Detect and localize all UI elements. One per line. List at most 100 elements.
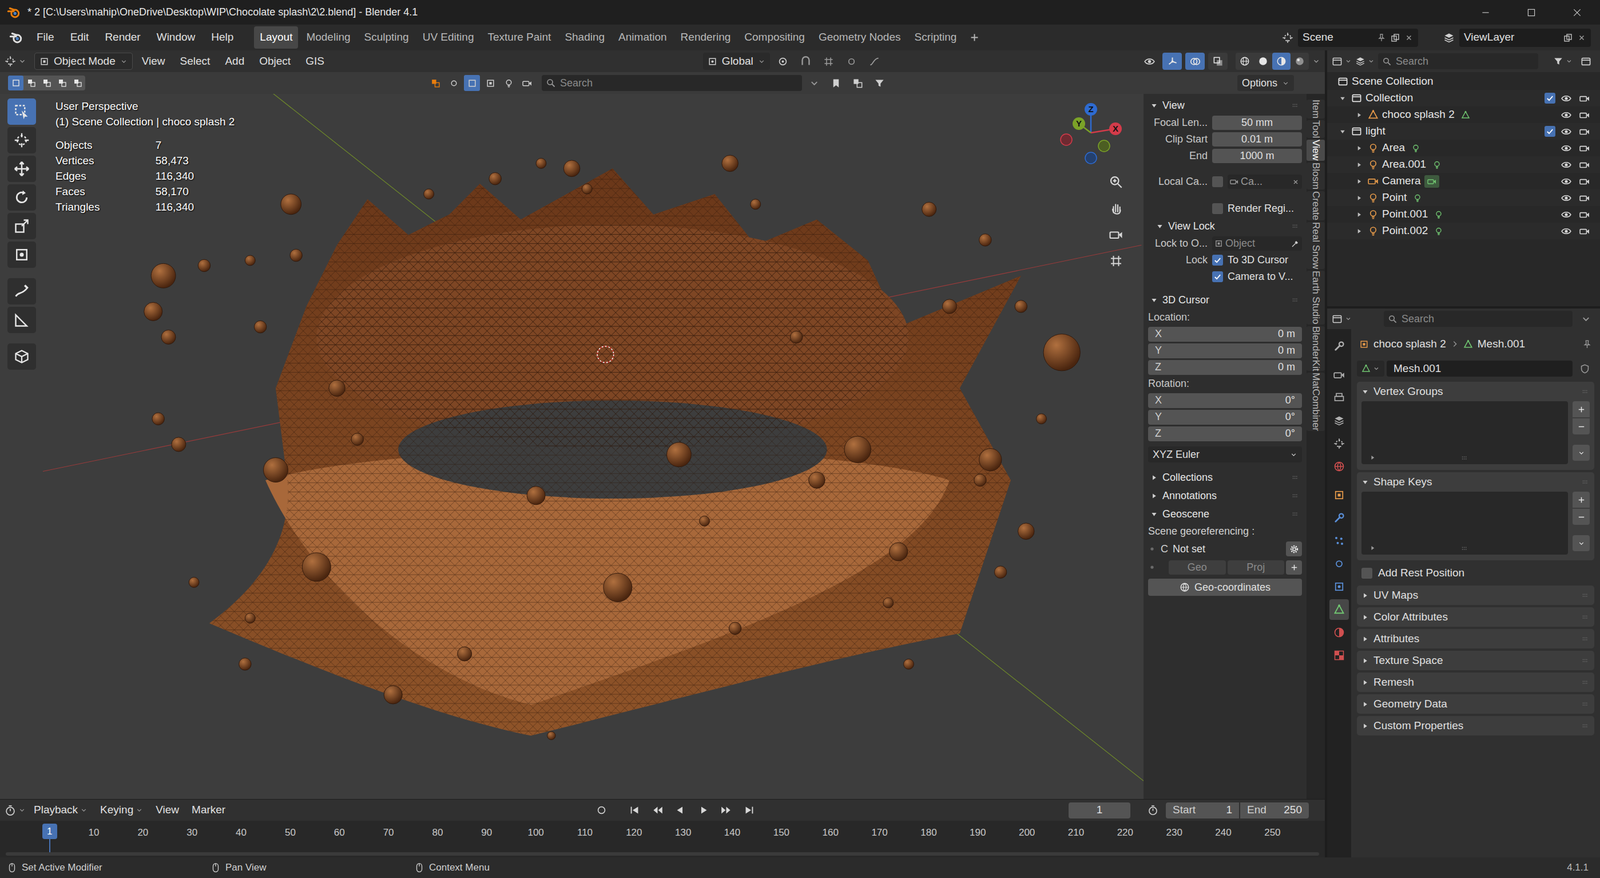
filter-dropdown[interactable] [1553,56,1573,67]
panel-header[interactable]: 3D Cursor [1148,290,1302,309]
properties-tab[interactable] [1329,387,1349,408]
data-link[interactable] [1424,175,1440,188]
filter-button[interactable] [427,74,444,91]
tool-button[interactable] [7,126,37,154]
visibility-toggle[interactable] [1558,159,1574,170]
filter-button[interactable] [445,74,462,91]
render-toggle[interactable] [1577,93,1592,104]
workspace-tab[interactable]: Scripting [908,26,963,49]
sidebar-tab[interactable]: Real Snow [1306,221,1325,269]
blender-menu[interactable] [4,30,28,45]
expand-toggle[interactable] [1354,144,1365,152]
panel-header[interactable]: UV Maps [1356,585,1595,605]
play-button[interactable] [693,801,713,819]
menu-item[interactable]: GIS [299,53,331,70]
expand-toggle[interactable] [1337,94,1348,102]
editor-type[interactable] [1331,313,1352,325]
playhead[interactable]: 1 [42,823,58,839]
gizmo-toggle[interactable] [1162,52,1182,70]
expand-toggle[interactable] [1354,211,1365,218]
list-box[interactable] [1361,491,1568,555]
visibility-toggle[interactable] [1558,109,1574,121]
jump-start-button[interactable] [624,801,645,819]
properties-tab[interactable] [1329,530,1349,551]
menu-item[interactable]: View [136,53,172,70]
datablock-browse[interactable] [1356,360,1385,377]
outliner-row[interactable]: Scene Collection [1327,73,1600,90]
view-options-button[interactable] [847,74,868,92]
filter-button[interactable] [500,74,517,91]
panel-header[interactable]: View [1148,96,1302,115]
xray-toggle[interactable] [1208,52,1228,70]
specials-button[interactable] [1572,534,1590,551]
ortho-toggle-button[interactable] [1103,248,1129,274]
display-mode[interactable] [1355,56,1375,67]
visibility-toggle[interactable] [1558,209,1574,220]
add-button[interactable] [1285,560,1302,575]
workspace-tab[interactable]: Sculpting [358,26,415,49]
panel-header[interactable]: Vertex Groups [1356,381,1595,402]
number-field[interactable]: X0 m [1148,326,1302,342]
panel-header[interactable]: Texture Space [1356,650,1595,670]
menu-item[interactable]: Add [219,53,250,70]
outliner-row[interactable]: Point.001 [1327,205,1600,223]
outliner-row[interactable]: Area [1327,139,1600,157]
sidebar-tab[interactable]: Create [1306,191,1325,221]
menu-item[interactable]: Marker [187,801,230,819]
sidebar-tab[interactable]: Item [1306,99,1325,119]
outliner-row[interactable]: light [1327,122,1600,140]
tool-button[interactable] [7,343,37,370]
rotation-mode-dropdown[interactable]: XYZ Euler [1148,446,1302,463]
viewport-canvas[interactable]: User Perspective(1) Scene Collection | c… [42,93,1144,799]
properties-search[interactable] [1383,310,1573,327]
search-field[interactable] [541,74,803,91]
specials-button[interactable] [1572,444,1590,461]
new-collection-button[interactable] [1575,52,1596,70]
select-mode-button[interactable] [69,75,86,91]
prev-keyframe-button[interactable] [647,801,668,819]
panel-header[interactable]: View Lock [1153,216,1302,236]
panel-header[interactable]: Collections [1148,467,1302,487]
bookmark-button[interactable] [826,74,846,92]
data-link[interactable] [1429,158,1445,172]
filter-button[interactable] [482,74,499,91]
render-toggle[interactable] [1577,225,1592,237]
data-link[interactable] [1408,141,1424,155]
shading-button[interactable] [1272,52,1291,70]
outliner-row[interactable]: Point.002 [1327,222,1600,240]
shading-button[interactable] [1235,52,1254,70]
data-link[interactable] [1410,191,1425,205]
tool-button[interactable] [7,98,37,125]
properties-tab[interactable] [1329,484,1349,506]
options-dropdown[interactable]: Options [1237,74,1294,91]
play-reverse-button[interactable] [670,801,690,819]
properties-tab[interactable] [1329,410,1349,431]
expand-toggle[interactable] [1354,161,1365,169]
snap-button[interactable] [796,52,816,70]
panel-header[interactable]: Remesh [1356,672,1595,692]
render-toggle[interactable] [1577,143,1592,154]
number-field[interactable]: X0° [1148,392,1302,408]
expand-toggle[interactable] [1354,177,1365,185]
snap-target-button[interactable] [819,52,839,70]
add-button[interactable] [1572,401,1590,418]
editor-type[interactable] [1331,56,1352,67]
workspace-tab[interactable]: Layout [253,26,299,49]
sidebar-tab[interactable]: Earth Studio [1306,270,1325,325]
panel-header[interactable]: Attributes [1356,628,1595,649]
pan-button[interactable] [1103,195,1129,221]
workspace-tab[interactable]: Modeling [300,26,356,49]
visibility-toggle[interactable] [1558,143,1574,154]
end-field[interactable]: End250 [1240,802,1309,819]
outliner-row[interactable]: Collection [1327,89,1600,107]
timeline-scrollbar[interactable] [5,851,1320,856]
preview-range-button[interactable] [1142,801,1163,819]
menu-item[interactable]: Playback [29,801,93,819]
expand-toggle[interactable] [1354,194,1365,202]
render-toggle[interactable] [1577,159,1592,170]
select-mode-button[interactable] [54,75,70,91]
properties-tab[interactable] [1329,507,1349,528]
view-layer-field[interactable]: ViewLayer [1459,28,1591,47]
menu-item[interactable]: Help [204,26,241,49]
maximize-button[interactable] [1508,0,1555,25]
